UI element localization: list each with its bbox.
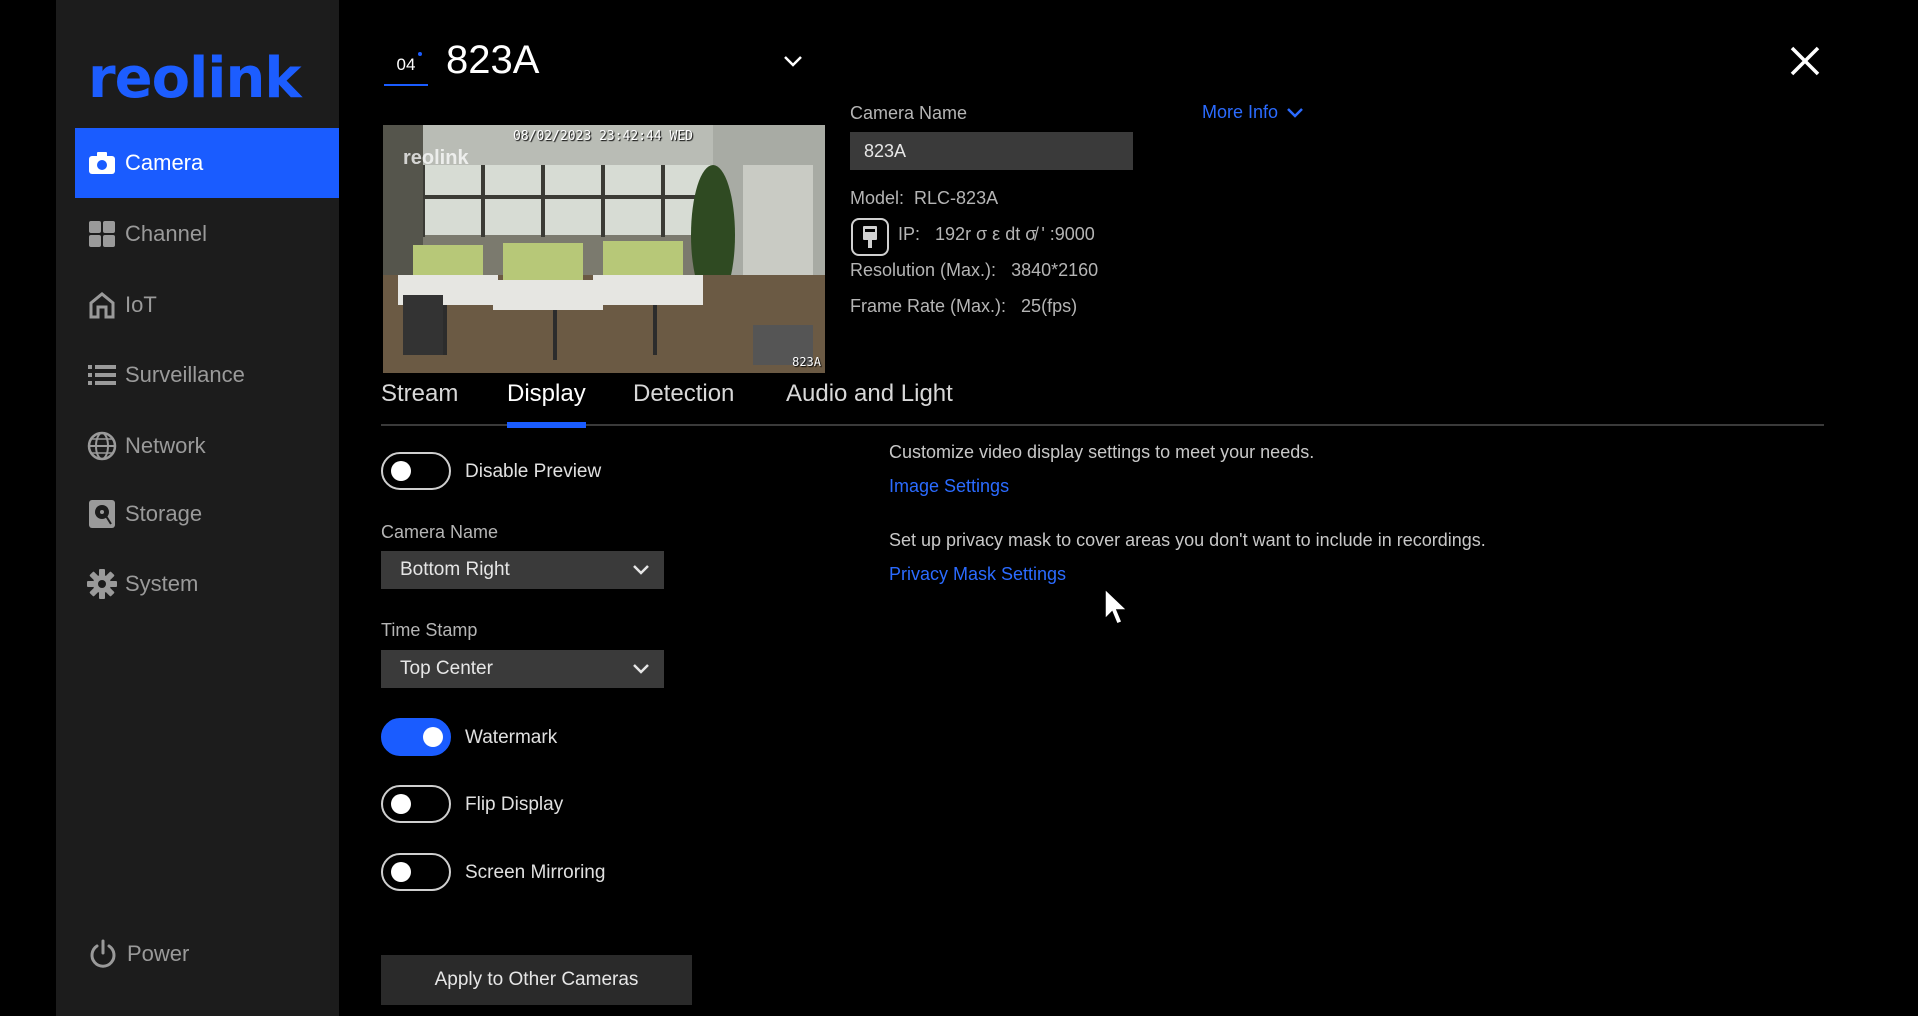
model-label: Model: xyxy=(850,188,905,208)
disable-preview-label: Disable Preview xyxy=(465,461,602,482)
sidebar-item-camera[interactable]: Camera xyxy=(75,128,339,198)
camera-select-chevron-down-icon[interactable] xyxy=(782,54,804,68)
resolution-value: 3840*2160 xyxy=(1011,260,1099,280)
sidebar-item-channel[interactable]: Channel xyxy=(75,199,339,269)
camera-preview[interactable]: 08/02/2023 23:42:44 WED reolink 823A xyxy=(383,125,825,373)
sidebar-item-iot[interactable]: IoT xyxy=(75,270,339,340)
camera-title: 823A xyxy=(446,38,540,82)
flip-display-toggle[interactable] xyxy=(381,785,451,823)
image-settings-description: Customize video display settings to meet… xyxy=(889,442,1315,462)
model-value: RLC-823A xyxy=(914,188,999,208)
tab-stream[interactable]: Stream xyxy=(381,380,458,426)
camera-name-position-select[interactable]: Bottom Right xyxy=(381,551,664,589)
sidebar-item-label: Channel xyxy=(125,221,207,246)
disable-preview-toggle[interactable] xyxy=(381,452,451,490)
apply-to-other-cameras-button[interactable]: Apply to Other Cameras xyxy=(381,955,692,1005)
model-row: Model: RLC-823A xyxy=(850,188,998,209)
gear-icon xyxy=(87,569,117,599)
mouse-cursor-icon xyxy=(1104,587,1129,625)
image-settings-link[interactable]: Image Settings xyxy=(889,476,1009,497)
tab-detection[interactable]: Detection xyxy=(633,380,734,426)
globe-icon xyxy=(87,431,117,461)
storage-icon xyxy=(87,499,117,529)
toggle-knob xyxy=(423,727,443,747)
screen-mirroring-label: Screen Mirroring xyxy=(465,862,606,883)
chevron-down-icon xyxy=(633,664,649,674)
channel-number: 04 xyxy=(396,55,416,74)
sidebar-item-label: Camera xyxy=(125,150,204,175)
resolution-row: Resolution (Max.): 3840*2160 xyxy=(850,260,1098,281)
sidebar-item-system[interactable]: System xyxy=(75,549,339,619)
ip-row: IP: 192r σ ε dt σ̸ ' :9000 xyxy=(898,224,1095,245)
tab-audio-and-light[interactable]: Audio and Light xyxy=(786,380,953,426)
time-stamp-select[interactable]: Top Center xyxy=(381,650,664,688)
toggle-knob xyxy=(391,461,411,481)
camera-name-position-value: Bottom Right xyxy=(400,559,510,580)
ip-value: 192r σ ε dt σ̸ ' xyxy=(935,224,1050,244)
sidebar-item-surveillance[interactable]: Surveillance xyxy=(75,340,339,410)
framerate-label: Frame Rate (Max.): xyxy=(850,296,1007,316)
time-stamp-label: Time Stamp xyxy=(381,620,478,640)
osd-watermark-logo: reolink xyxy=(403,147,469,169)
sidebar-item-label: IoT xyxy=(125,292,157,317)
sidebar: reolink Camera Channel IoT Surveillance … xyxy=(56,0,339,1016)
close-icon[interactable] xyxy=(1788,44,1822,78)
settings-tabs: Stream Display Detection Audio and Light xyxy=(381,380,1824,428)
power-label: Power xyxy=(127,941,190,966)
camera-name-position-label: Camera Name xyxy=(381,522,499,542)
watermark-label: Watermark xyxy=(465,727,558,748)
resolution-label: Resolution (Max.): xyxy=(850,260,997,280)
home-icon xyxy=(87,290,117,320)
camera-icon xyxy=(87,148,117,178)
toggle-knob xyxy=(391,794,411,814)
privacy-mask-description: Set up privacy mask to cover areas you d… xyxy=(889,530,1486,550)
power-button[interactable]: Power xyxy=(87,938,189,970)
channel-dot xyxy=(418,52,422,56)
more-info-button[interactable]: More Info xyxy=(1202,102,1304,123)
sidebar-item-label: Network xyxy=(125,433,206,458)
framerate-value: 25(fps) xyxy=(1021,296,1078,316)
osd-camera-name: 823A xyxy=(792,355,821,369)
sidebar-item-label: Surveillance xyxy=(125,362,245,387)
ethernet-icon xyxy=(851,218,889,256)
chevron-down-icon xyxy=(1287,107,1303,118)
sidebar-item-label: Storage xyxy=(125,501,203,526)
ip-port: :9000 xyxy=(1049,224,1095,244)
tab-display[interactable]: Display xyxy=(507,380,586,428)
osd-timestamp: 08/02/2023 23:42:44 WED xyxy=(513,129,694,144)
more-info-label: More Info xyxy=(1202,102,1279,122)
camera-name-input[interactable] xyxy=(850,132,1133,170)
time-stamp-value: Top Center xyxy=(400,658,493,679)
sidebar-item-network[interactable]: Network xyxy=(75,411,339,481)
camera-name-label: Camera Name xyxy=(850,103,968,123)
grid-icon xyxy=(87,219,117,249)
list-icon xyxy=(87,360,117,390)
privacy-mask-settings-link[interactable]: Privacy Mask Settings xyxy=(889,564,1066,585)
sidebar-item-storage[interactable]: Storage xyxy=(75,479,339,549)
reolink-logo: reolink xyxy=(88,46,302,111)
toggle-knob xyxy=(391,862,411,882)
power-icon xyxy=(87,938,119,970)
flip-display-label: Flip Display xyxy=(465,794,564,815)
channel-number-badge: 04 xyxy=(384,50,428,86)
watermark-toggle[interactable] xyxy=(381,718,451,756)
screen-mirroring-toggle[interactable] xyxy=(381,853,451,891)
framerate-row: Frame Rate (Max.): 25(fps) xyxy=(850,296,1077,317)
sidebar-item-label: System xyxy=(125,571,199,596)
ip-label: IP: xyxy=(898,224,921,244)
chevron-down-icon xyxy=(633,565,649,575)
